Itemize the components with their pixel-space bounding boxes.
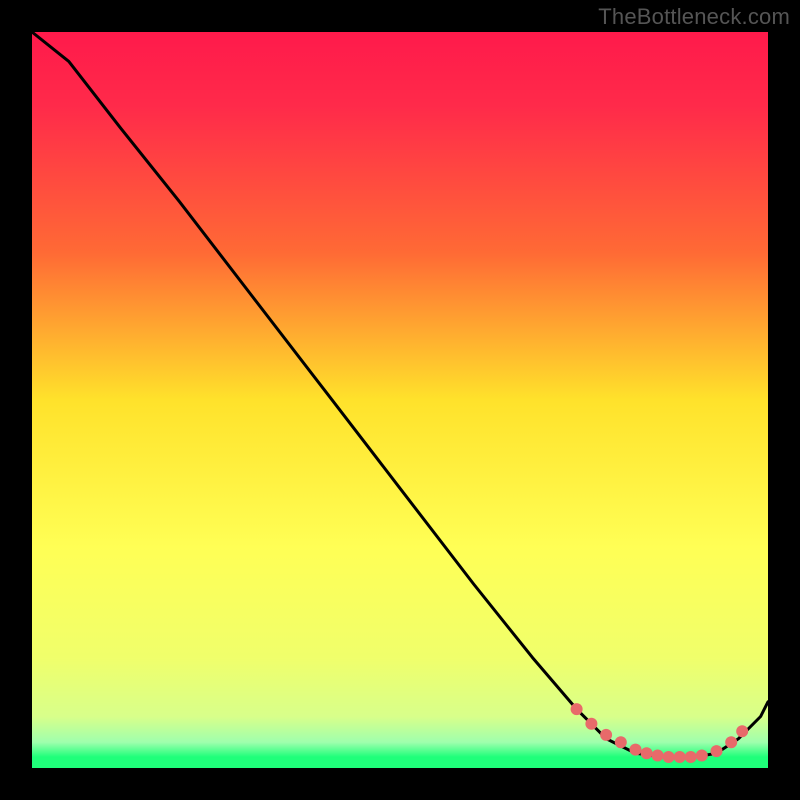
plot-background bbox=[32, 32, 768, 768]
chart-frame: TheBottleneck.com bbox=[0, 0, 800, 800]
highlight-dot bbox=[600, 729, 612, 741]
highlight-dot bbox=[615, 736, 627, 748]
highlight-dot bbox=[696, 750, 708, 762]
highlight-dot bbox=[711, 745, 723, 757]
highlight-dot bbox=[685, 751, 697, 763]
highlight-dot bbox=[652, 750, 664, 762]
highlight-dot bbox=[725, 736, 737, 748]
highlight-dot bbox=[571, 703, 583, 715]
highlight-dot bbox=[674, 751, 686, 763]
highlight-dot bbox=[663, 751, 675, 763]
highlight-dot bbox=[641, 747, 653, 759]
highlight-dot bbox=[585, 718, 597, 730]
highlight-dot bbox=[630, 744, 642, 756]
watermark-text: TheBottleneck.com bbox=[598, 4, 790, 30]
chart-canvas bbox=[0, 0, 800, 800]
highlight-dot bbox=[736, 725, 748, 737]
